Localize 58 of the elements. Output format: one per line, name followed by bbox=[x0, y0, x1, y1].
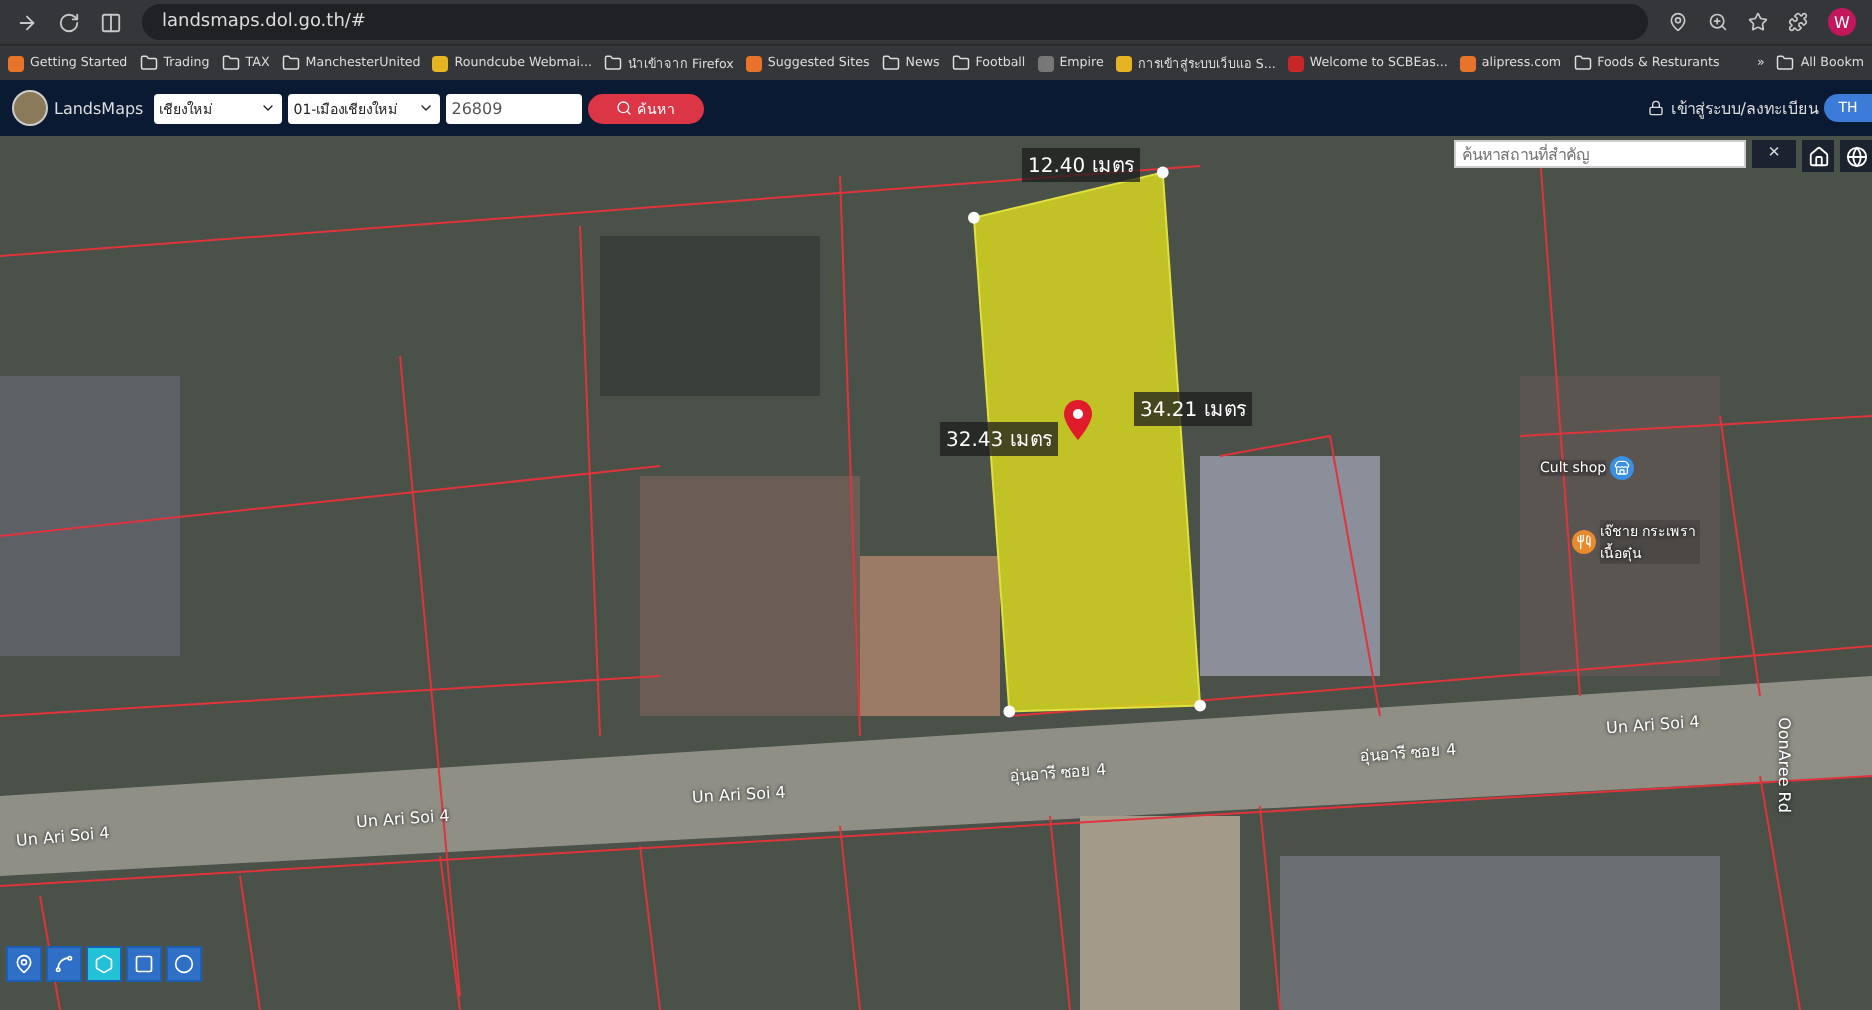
site-icon bbox=[1287, 55, 1304, 71]
measurement-label: 34.21 เมตร bbox=[1134, 392, 1252, 426]
folder-icon bbox=[1573, 54, 1592, 72]
forward-icon[interactable] bbox=[16, 11, 38, 33]
line-icon bbox=[54, 954, 74, 974]
circle-icon bbox=[174, 954, 194, 974]
road-label: Un Ari Soi 4 bbox=[355, 806, 451, 832]
parcel-number-input[interactable]: 26809 bbox=[445, 93, 582, 123]
road-label: อุ่นอารี ซอย 4 bbox=[1009, 758, 1108, 790]
location-pin-icon bbox=[1064, 400, 1092, 440]
polygon-tool[interactable] bbox=[86, 946, 122, 982]
address-bar[interactable]: landsmaps.dol.go.th/# bbox=[142, 4, 1648, 40]
folder-icon bbox=[281, 54, 300, 72]
chevron-icon bbox=[417, 100, 434, 116]
folder-icon bbox=[221, 54, 240, 72]
zoom-icon[interactable] bbox=[1708, 12, 1728, 32]
logo-text: LandsMaps bbox=[54, 99, 144, 117]
measurement-label: 32.43 เมตร bbox=[940, 422, 1058, 456]
marker-tool[interactable] bbox=[6, 946, 42, 982]
home-button[interactable] bbox=[1802, 140, 1834, 172]
site-icon bbox=[432, 55, 449, 71]
polygon-icon bbox=[94, 954, 114, 974]
site-icon bbox=[8, 55, 24, 71]
login-link[interactable]: เข้าสู่ระบบ/ลงทะเบียน bbox=[1648, 95, 1818, 121]
road-label: อุ่นอารี ซอย 4 bbox=[1359, 738, 1458, 770]
rectangle-icon bbox=[134, 954, 154, 974]
location-icon[interactable] bbox=[1668, 12, 1688, 32]
road-label: Un Ari Soi 4 bbox=[691, 783, 787, 807]
lock-icon bbox=[1648, 100, 1665, 116]
circle-tool[interactable] bbox=[166, 946, 202, 982]
folder-icon bbox=[951, 54, 970, 72]
folder-icon bbox=[881, 54, 900, 72]
star-icon[interactable] bbox=[1748, 12, 1768, 32]
url-text: landsmaps.dol.go.th/# bbox=[162, 12, 366, 32]
chevron-icon bbox=[259, 100, 276, 116]
road-label: OonAree Rd bbox=[1774, 717, 1793, 813]
place-search-field[interactable]: ค้นหาสถานที่สำคัญ bbox=[1454, 140, 1746, 168]
reload-icon[interactable] bbox=[58, 11, 80, 33]
folder-icon bbox=[604, 54, 623, 72]
road-label: Un Ari Soi 4 bbox=[15, 823, 111, 851]
logo-icon bbox=[12, 90, 48, 126]
profile-avatar[interactable]: W bbox=[1828, 8, 1856, 36]
site-icon bbox=[1459, 55, 1476, 71]
extensions-icon[interactable] bbox=[1788, 12, 1808, 32]
site-icon bbox=[1115, 55, 1132, 71]
clear-button[interactable]: × bbox=[1752, 140, 1796, 168]
sidebar-icon[interactable] bbox=[100, 11, 122, 33]
folder-icon bbox=[1776, 54, 1795, 72]
measurement-label: 12.40 เมตร bbox=[1022, 148, 1140, 182]
globe-button[interactable] bbox=[1840, 140, 1872, 172]
line-tool[interactable] bbox=[46, 946, 82, 982]
site-icon bbox=[1037, 55, 1054, 71]
road-label: Un Ari Soi 4 bbox=[1605, 712, 1701, 738]
folder-icon bbox=[139, 54, 158, 72]
marker-icon bbox=[14, 954, 34, 974]
search-icon bbox=[615, 100, 632, 116]
rectangle-tool[interactable] bbox=[126, 946, 162, 982]
site-icon bbox=[745, 55, 762, 71]
